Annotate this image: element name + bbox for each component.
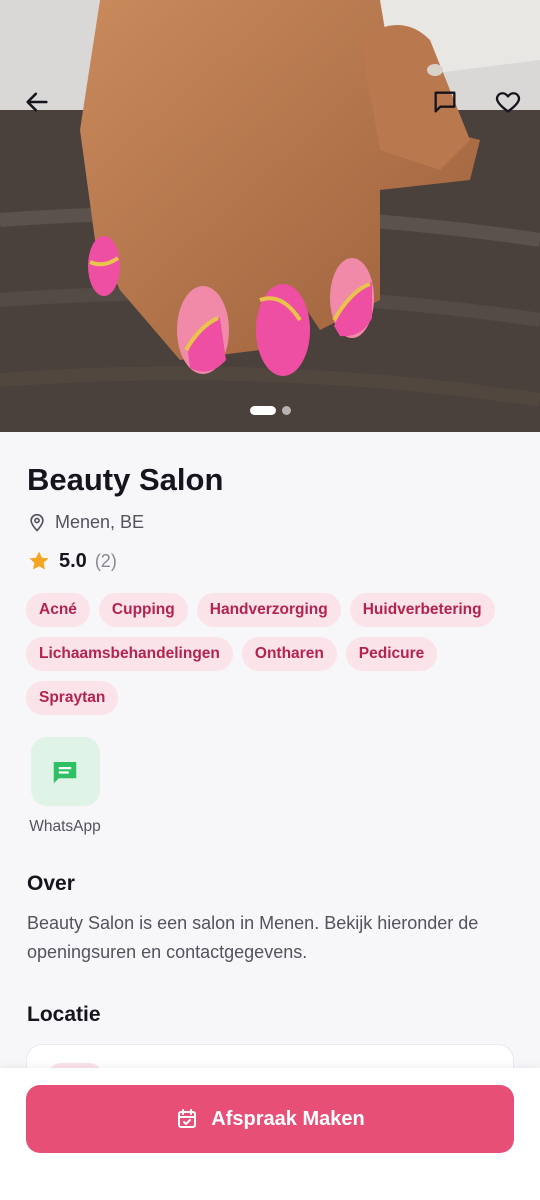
rating-score: 5.0 — [59, 549, 87, 572]
rating: 5.0 (2) — [27, 549, 117, 573]
tag-pedicure[interactable]: Pedicure — [345, 637, 438, 671]
location-text: Menen, BE — [55, 512, 145, 532]
hero-photo — [0, 0, 540, 432]
about-heading: Over — [27, 872, 75, 895]
location-heading: Locatie — [27, 1003, 101, 1026]
calendar-check-icon — [178, 1109, 197, 1128]
bottom-action-bar: Afspraak Maken — [0, 1068, 540, 1200]
whatsapp-button[interactable] — [30, 737, 100, 806]
tag-lichaamsbehandelingen[interactable]: Lichaamsbehandelingen — [26, 637, 233, 671]
carousel-dot[interactable] — [281, 406, 291, 415]
tag-spraytan[interactable]: Spraytan — [26, 681, 119, 715]
map-pin-icon — [30, 513, 44, 532]
tag-huidverbetering[interactable]: Huidverbetering — [349, 593, 495, 627]
back-button[interactable] — [15, 80, 59, 124]
service-tags: Acné Cupping Handverzorging Huidverbeter… — [26, 593, 516, 715]
tag-acne[interactable]: Acné — [26, 593, 90, 627]
hero-image[interactable] — [0, 0, 540, 432]
heart-outline-icon — [495, 92, 521, 113]
tag-ontharen[interactable]: Ontharen — [241, 637, 337, 671]
book-appointment-button[interactable]: Afspraak Maken — [26, 1085, 514, 1153]
tag-cupping[interactable]: Cupping — [98, 593, 188, 627]
arrow-left-icon — [26, 92, 48, 112]
tag-handverzorging[interactable]: Handverzorging — [196, 593, 341, 627]
carousel-dot-active[interactable] — [249, 406, 276, 415]
carousel-indicator — [0, 406, 540, 415]
message-icon — [53, 761, 77, 783]
about-text: Beauty Salon is een salon in Menen. Beki… — [27, 913, 479, 962]
salon-name: Beauty Salon — [27, 462, 224, 497]
favorite-button[interactable] — [486, 80, 530, 124]
review-count: (2) — [94, 550, 117, 571]
chat-bubble-icon — [434, 91, 456, 113]
chat-button[interactable] — [423, 80, 467, 124]
book-appointment-label: Afspraak Maken — [211, 1107, 365, 1130]
whatsapp-label: WhatsApp — [29, 818, 101, 835]
salon-details: Beauty Salon Menen, BE 5.0 (2) Acné Cupp… — [0, 432, 540, 1072]
whatsapp-contact[interactable]: WhatsApp — [26, 737, 104, 836]
star-icon — [27, 549, 51, 573]
salon-location: Menen, BE — [27, 512, 144, 533]
